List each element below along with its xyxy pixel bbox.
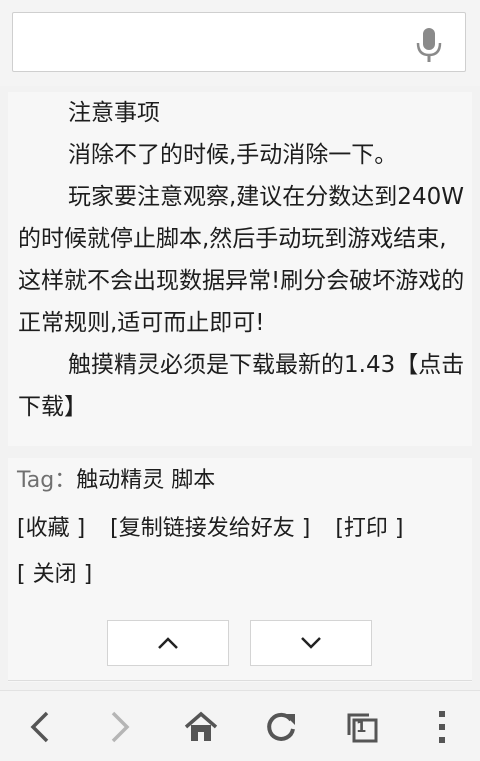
article-paragraph: 消除不了的时候,手动消除一下。 [68, 142, 398, 168]
home-icon [184, 711, 218, 741]
scroll-up-button[interactable] [107, 620, 229, 666]
tag-items[interactable]: 触动精灵 脚本 [76, 468, 215, 493]
refresh-icon [267, 712, 295, 741]
forward-button[interactable] [98, 705, 142, 749]
tag-label: Tag： [17, 468, 77, 493]
tag-section: Tag：触动精灵 脚本 [收藏 ] [复制链接发给好友 ] [打印 ] [ 关闭… [8, 458, 472, 682]
scroll-down-button[interactable] [250, 620, 372, 666]
tag-line: Tag：触动精灵 脚本 [17, 464, 215, 498]
menu-button[interactable] [420, 705, 464, 749]
home-button[interactable] [179, 705, 223, 749]
chevron-up-icon [158, 637, 178, 649]
browser-toolbar: 1 [0, 690, 480, 761]
tabs-button[interactable]: 1 [340, 705, 384, 749]
forward-icon [111, 711, 130, 743]
tab-count: 1 [356, 718, 367, 736]
notice-heading: 注意事项 [68, 100, 160, 126]
search-bar [0, 0, 480, 86]
close-link[interactable]: [ 关闭 ] [17, 562, 92, 587]
article-paragraph[interactable]: 触摸精灵必须是下载最新的1.43【点击下载】 [18, 344, 468, 428]
chevron-down-icon [301, 637, 321, 649]
refresh-button[interactable] [259, 705, 303, 749]
copy-link-link[interactable]: [复制链接发给好友 ] [110, 516, 310, 541]
print-link[interactable]: [打印 ] [335, 516, 403, 541]
search-input[interactable] [12, 12, 466, 72]
page-content: 注意事项 消除不了的时候,手动消除一下。 玩家要注意观察,建议在分数达到240W… [0, 86, 480, 690]
menu-icon [439, 711, 445, 743]
back-icon [30, 711, 49, 743]
divider [8, 680, 472, 681]
article-paragraph: 玩家要注意观察,建议在分数达到240W的时候就停止脚本,然后手动玩到游戏结束,这… [18, 184, 465, 336]
action-links: [收藏 ] [复制链接发给好友 ] [打印 ] [ 关闭 ] [17, 506, 467, 598]
article-body: 注意事项 消除不了的时候,手动消除一下。 玩家要注意观察,建议在分数达到240W… [8, 92, 472, 446]
favorite-link[interactable]: [收藏 ] [17, 516, 85, 541]
microphone-icon[interactable] [414, 26, 444, 64]
back-button[interactable] [18, 705, 62, 749]
